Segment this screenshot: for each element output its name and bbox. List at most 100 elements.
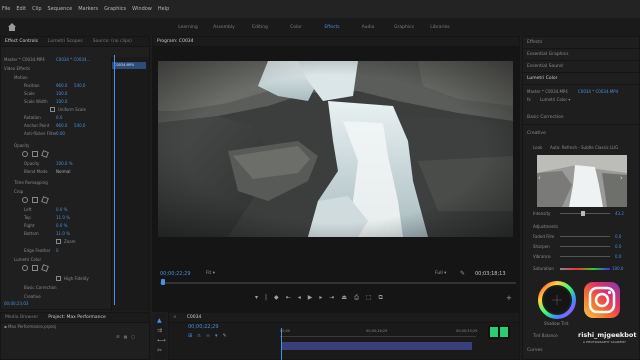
pen-mask-icon[interactable]: [41, 150, 49, 158]
ec-anti-flicker[interactable]: Anti-flicker Filter 0.00: [0, 129, 110, 137]
menu-sequence[interactable]: Sequence: [48, 6, 73, 12]
intensity-slider[interactable]: [560, 213, 610, 214]
nest-icon[interactable]: ⊞: [188, 333, 192, 339]
panel-tab-essential-graphics[interactable]: Essential Graphics: [527, 52, 568, 57]
ec-opacity[interactable]: Opacity 100.0 %: [0, 159, 110, 167]
timeline-sequence-tab[interactable]: C0034: [187, 315, 202, 320]
ec-motion[interactable]: Motion: [0, 73, 110, 81]
ellipse-mask-icon[interactable]: [22, 151, 28, 157]
home-icon[interactable]: [7, 22, 17, 32]
crop-pen-mask-icon[interactable]: [41, 196, 49, 204]
ec-left-value[interactable]: 0.0 %: [56, 207, 67, 212]
ripple-edit-tool-icon[interactable]: ⟷: [157, 337, 166, 344]
ws-tab-libraries[interactable]: Libraries: [422, 25, 458, 30]
look-dropdown[interactable]: Auto: Refresh - Subtle Classic LUG: [550, 145, 618, 150]
ec-bottom-value[interactable]: 11.0 %: [56, 231, 70, 236]
lumetri-pen-mask-icon[interactable]: [41, 264, 49, 272]
tab-source[interactable]: Source: (no clips): [93, 39, 132, 44]
ec-blend-value[interactable]: Normal: [56, 169, 70, 174]
ec-edge-feather[interactable]: Edge Feather 0: [0, 246, 110, 254]
menu-file[interactable]: File: [2, 6, 10, 12]
lumetri-basic-correction[interactable]: Basic Correction: [527, 115, 564, 120]
vibrance-value[interactable]: 0.0: [615, 254, 621, 259]
ec-high-fidelity[interactable]: High Fidelity: [0, 274, 110, 282]
razor-tool-icon[interactable]: ✂: [157, 347, 162, 354]
shadow-tint-color-wheel[interactable]: [538, 281, 576, 319]
panel-tab-effects[interactable]: Effects: [527, 40, 542, 45]
tab-effect-controls[interactable]: Effect Controls: [5, 39, 38, 44]
extract-icon[interactable]: ⎙: [354, 294, 359, 302]
step-forward-icon[interactable]: ▸: [319, 294, 322, 302]
ws-tab-assembly[interactable]: Assembly: [206, 25, 242, 30]
comparison-view-icon[interactable]: ⧉: [379, 294, 383, 302]
menu-help[interactable]: Help: [158, 6, 169, 12]
ec-crop[interactable]: Crop: [0, 187, 110, 195]
timeline-timecode[interactable]: 00;00;22;29: [188, 324, 219, 330]
menu-window[interactable]: Window: [132, 6, 152, 12]
timeline-video-clip[interactable]: [282, 342, 472, 350]
ws-tab-graphics[interactable]: Graphics: [386, 25, 422, 30]
tab-project[interactable]: Project: Max Performance: [48, 315, 106, 320]
ec-bottom[interactable]: Bottom 11.0 %: [0, 229, 110, 237]
ec-time-remap[interactable]: Time Remapping: [0, 178, 110, 186]
ec-scale[interactable]: Scale 100.0: [0, 89, 110, 97]
menu-graphics[interactable]: Graphics: [104, 6, 126, 12]
crop-ellipse-mask-icon[interactable]: [22, 197, 28, 203]
saturation-slider[interactable]: [560, 268, 610, 270]
look-prev-icon[interactable]: ‹: [538, 174, 541, 182]
track-select-tool-icon[interactable]: ⇉: [157, 327, 162, 334]
ws-tab-editing[interactable]: Editing: [242, 25, 278, 30]
ec-top[interactable]: Top 11.0 %: [0, 213, 110, 221]
go-to-in-icon[interactable]: ⇤: [286, 294, 291, 302]
ec-playhead[interactable]: [114, 55, 115, 305]
ws-tab-learning[interactable]: Learning: [170, 25, 206, 30]
lumetri-creative[interactable]: Creative: [527, 131, 546, 136]
sharpen-slider[interactable]: [560, 246, 610, 247]
intensity-slider-handle[interactable]: [581, 211, 585, 216]
ec-left[interactable]: Left 0.0 %: [0, 205, 110, 213]
ws-tab-audio[interactable]: Audio: [350, 25, 386, 30]
ec-position-y[interactable]: 540.0: [74, 83, 85, 88]
tab-media-browser[interactable]: Media Browser: [5, 315, 38, 320]
ec-opacity-value[interactable]: 100.0 %: [56, 161, 73, 166]
adjustments-section[interactable]: Adjustments: [533, 224, 558, 229]
ec-position-x[interactable]: 960.0: [56, 83, 67, 88]
add-button-icon[interactable]: +: [506, 294, 512, 302]
mark-in-icon[interactable]: ▾: [255, 294, 258, 302]
lift-icon[interactable]: ⏏: [341, 294, 347, 302]
ws-tab-color[interactable]: Color: [278, 25, 314, 30]
effect-controls-mini-timeline[interactable]: [111, 57, 149, 311]
crop-rectangle-mask-icon[interactable]: [32, 197, 38, 203]
ec-anchor-y[interactable]: 540.0: [74, 123, 85, 128]
program-playhead[interactable]: [161, 279, 165, 285]
ws-tab-effects[interactable]: Effects: [314, 25, 350, 30]
ec-position[interactable]: Position 960.0 540.0: [0, 81, 110, 89]
menu-markers[interactable]: Markers: [78, 6, 98, 12]
program-video-frame[interactable]: [158, 61, 513, 237]
export-frame-icon[interactable]: ⬚: [366, 294, 372, 302]
settings-wrench-icon[interactable]: ✎: [460, 270, 465, 277]
ec-basic-correction[interactable]: Basic Correction: [0, 283, 110, 291]
ec-anchor[interactable]: Anchor Point 960.0 540.0: [0, 121, 110, 129]
rectangle-mask-icon[interactable]: [32, 151, 38, 157]
add-marker-timeline-icon[interactable]: ▾: [215, 333, 218, 339]
mark-out-icon[interactable]: |: [265, 294, 267, 302]
saturation-value[interactable]: 100.0: [612, 266, 623, 271]
look-next-icon[interactable]: ›: [620, 174, 623, 182]
menu-edit[interactable]: Edit: [16, 6, 26, 12]
ec-anti-flicker-value[interactable]: 0.00: [56, 131, 65, 136]
ec-uniform-scale[interactable]: Uniform Scale: [0, 105, 110, 113]
ec-lumetri[interactable]: Lumetri Color: [0, 255, 110, 263]
snap-icon[interactable]: ∩: [197, 333, 201, 339]
ec-opacity-section[interactable]: Opacity: [0, 141, 110, 149]
uniform-scale-checkbox[interactable]: [50, 106, 55, 112]
lumetri-effect-dropdown[interactable]: Lumetri Color ▾: [540, 97, 570, 102]
lumetri-rectangle-mask-icon[interactable]: [32, 265, 38, 271]
go-to-out-icon[interactable]: ⇥: [329, 294, 334, 302]
icon-view-icon[interactable]: ▦: [124, 334, 128, 339]
program-scrubber[interactable]: [160, 282, 516, 284]
selection-tool-icon[interactable]: ▲: [157, 317, 162, 324]
panel-tab-lumetri-color[interactable]: Lumetri Color: [527, 76, 557, 81]
faded-film-slider[interactable]: [560, 236, 610, 237]
ec-zoom[interactable]: Zoom: [0, 237, 110, 245]
